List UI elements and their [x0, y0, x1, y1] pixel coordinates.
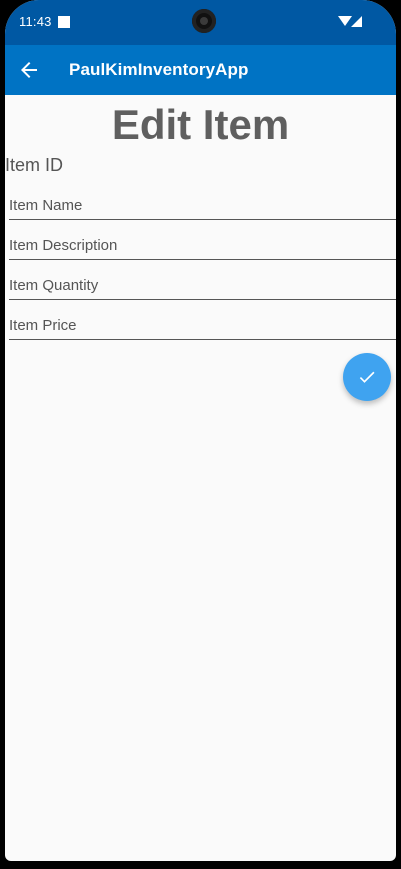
app-title: PaulKimInventoryApp [69, 60, 249, 79]
app-bar: PaulKimInventoryApp [5, 45, 396, 95]
signal-icon [351, 16, 362, 27]
notification-square-icon [58, 16, 70, 28]
save-item-button[interactable] [343, 353, 391, 401]
app-screen: 11:43 PaulKimInventoryApp Edit Item Item… [5, 0, 396, 861]
back-button[interactable] [17, 58, 41, 82]
status-time: 11:43 [19, 14, 52, 29]
item-id-label: Item ID [5, 155, 64, 175]
item-quantity-input[interactable] [9, 271, 396, 300]
page-title: Edit Item [111, 101, 290, 148]
item-description-input[interactable] [9, 231, 396, 260]
status-icons [338, 15, 364, 29]
item-price-input[interactable] [9, 311, 396, 340]
edit-item-form: Edit Item Item ID [5, 95, 396, 861]
status-bar: 11:43 [5, 0, 396, 45]
item-name-input[interactable] [9, 191, 396, 220]
device-frame: 11:43 PaulKimInventoryApp Edit Item Item… [0, 0, 401, 869]
arrow-left-icon [21, 62, 37, 78]
check-icon [359, 371, 375, 383]
camera-icon [192, 9, 216, 33]
wifi-icon [338, 16, 352, 26]
